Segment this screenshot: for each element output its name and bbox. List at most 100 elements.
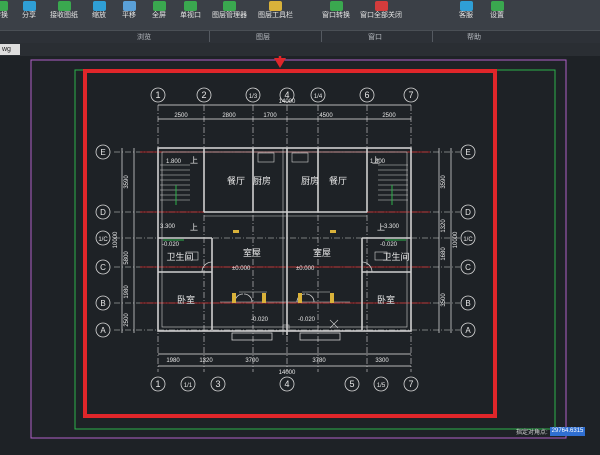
room-labels: 餐厅 厨房 厨房 餐厅 室屋 室屋 卫生间 卫生间 卧室 卧室 (166, 175, 409, 305)
dim-text: 1980 (124, 285, 130, 299)
highlight-rectangle (83, 69, 497, 418)
room-label-dining-left: 餐厅 (227, 175, 245, 186)
level-mark: -0.020 (162, 242, 180, 248)
level-mark: 3.300 (384, 224, 400, 230)
ribbon-toolbar: 转换 分享 接收图纸 缩放 平移 全屏 单视口 图层管理器 图层工具栏 窗口转换… (0, 0, 600, 30)
axis-marker: 5 (349, 379, 354, 389)
dim-text: 3780 (312, 358, 326, 364)
dim-text: 1320 (441, 219, 447, 233)
layer-manager-icon (223, 1, 236, 11)
axis-marker: 1/4 (314, 94, 323, 100)
close-all-windows-button[interactable]: 窗口全部关闭 (360, 1, 402, 21)
axis-marker: A (100, 326, 106, 335)
stair-up-label: 上 (190, 156, 198, 165)
dim-text: 1680 (441, 247, 447, 261)
level-mark: ±0.000 (296, 266, 315, 272)
zoom-icon (92, 1, 106, 11)
dim-text: 3700 (245, 358, 259, 364)
dim-text: 4500 (319, 113, 333, 119)
axis-marker: B (100, 299, 105, 308)
receive-drawing-button[interactable]: 接收图纸 (50, 1, 78, 21)
axis-marker: 4 (284, 379, 289, 389)
dim-text: 1700 (263, 113, 277, 119)
share-button[interactable]: 分享 (22, 1, 36, 21)
axis-marker: D (100, 208, 106, 217)
headset-icon (459, 1, 473, 11)
group-divider (209, 31, 210, 42)
fullscreen-button[interactable]: 全屏 (152, 1, 166, 21)
axis-marker: 1/1 (184, 383, 193, 389)
group-label-help: 帮助 (467, 34, 481, 41)
stair-up-label: 上 (190, 223, 198, 232)
paper-frame (30, 59, 567, 439)
room-label-bathroom-right: 卫生间 (382, 251, 409, 262)
highlight-arrow-head (274, 58, 286, 68)
room-label-bedroom-left: 卧室 (177, 294, 195, 305)
receive-icon (57, 1, 71, 11)
window-switch-button[interactable]: 窗口转换 (322, 1, 350, 21)
dim-text: 10000 (113, 231, 119, 248)
axis-marker: C (100, 263, 106, 272)
axis-marker: 1/C (98, 237, 108, 243)
group-label-layers: 图层 (256, 34, 270, 41)
room-label-hall-left: 室屋 (243, 247, 261, 258)
ribbon-group-bar: 浏览 图层 窗口 帮助 (0, 30, 600, 44)
axis-marker: 1/3 (249, 94, 258, 100)
axis-marker: C (465, 263, 471, 272)
zoom-button[interactable]: 缩放 (92, 1, 106, 21)
room-label-bedroom-right: 卧室 (377, 294, 395, 305)
axis-marker: 2 (201, 90, 206, 100)
viewport-icon (184, 1, 197, 11)
drawing-canvas[interactable]: 1 2 1/3 4 1/4 6 7 1 1/1 3 4 5 1/5 7 E D … (0, 8, 600, 450)
group-label-window: 窗口 (368, 34, 382, 41)
dim-text: 3300 (375, 358, 389, 364)
floor-plan-walls (157, 147, 412, 341)
axis-marker: 3 (215, 379, 220, 389)
axis-marker: 1 (155, 379, 160, 389)
gear-icon (490, 1, 504, 11)
axis-marker: B (465, 299, 470, 308)
dim-text: 3590 (124, 175, 130, 189)
close-icon (374, 1, 388, 11)
level-mark: ±0.000 (232, 266, 251, 272)
fullscreen-icon (152, 1, 166, 11)
share-icon (22, 1, 36, 11)
room-label-hall-right: 室屋 (313, 247, 331, 258)
group-divider (432, 31, 433, 42)
drawing-file-tab[interactable]: wg (0, 44, 20, 55)
dim-text: 1980 (166, 358, 180, 364)
overall-width-dim-bottom: 14000 (279, 370, 296, 376)
axis-marker: E (465, 148, 470, 157)
convert-icon (0, 1, 8, 11)
bottom-axis-markers: 1 1/1 3 4 5 1/5 7 (150, 376, 419, 392)
pan-button[interactable]: 平移 (122, 1, 136, 21)
level-mark: -0.020 (298, 317, 316, 323)
axis-marker: E (100, 148, 105, 157)
level-marks: 1.800 1.800 ±0.000 ±0.000 -0.020 -0.020 … (160, 156, 400, 323)
dim-text: 10000 (453, 231, 459, 248)
axis-marker: 1 (155, 90, 160, 100)
layer-toolbar-button[interactable]: 图层工具栏 (258, 1, 293, 21)
dim-text: 2500 (174, 113, 188, 119)
convert-button[interactable]: 转换 (0, 1, 8, 21)
cad-drawing: 1 2 1/3 4 1/4 6 7 1 1/1 3 4 5 1/5 7 E D … (30, 8, 567, 439)
level-mark: 1.800 (166, 159, 182, 165)
dim-text: 3590 (441, 175, 447, 189)
axis-marker: 7 (408, 90, 413, 100)
coordinate-value[interactable]: 29764.6315 (549, 427, 586, 436)
side-axis-markers: E D 1/C C B A E D 1/C C B A (95, 144, 476, 338)
settings-button[interactable]: 设置 (490, 1, 504, 21)
coordinate-prompt-label: 指定对角点: (516, 430, 548, 436)
dim-text: 5800 (124, 251, 130, 265)
stair-up-label: 上 (377, 223, 385, 232)
dim-text: 2500 (382, 113, 396, 119)
single-viewport-button[interactable]: 单视口 (180, 1, 201, 21)
coordinate-input[interactable]: 指定对角点: 29764.6315 (516, 426, 600, 437)
axis-marker: D (465, 208, 471, 217)
layer-manager-button[interactable]: 图层管理器 (212, 1, 247, 21)
customer-service-button[interactable]: 客服 (459, 1, 473, 21)
axis-marker: 6 (364, 90, 369, 100)
group-divider (321, 31, 322, 42)
level-mark: 3.300 (160, 224, 176, 230)
axis-marker: 1/5 (377, 383, 386, 389)
